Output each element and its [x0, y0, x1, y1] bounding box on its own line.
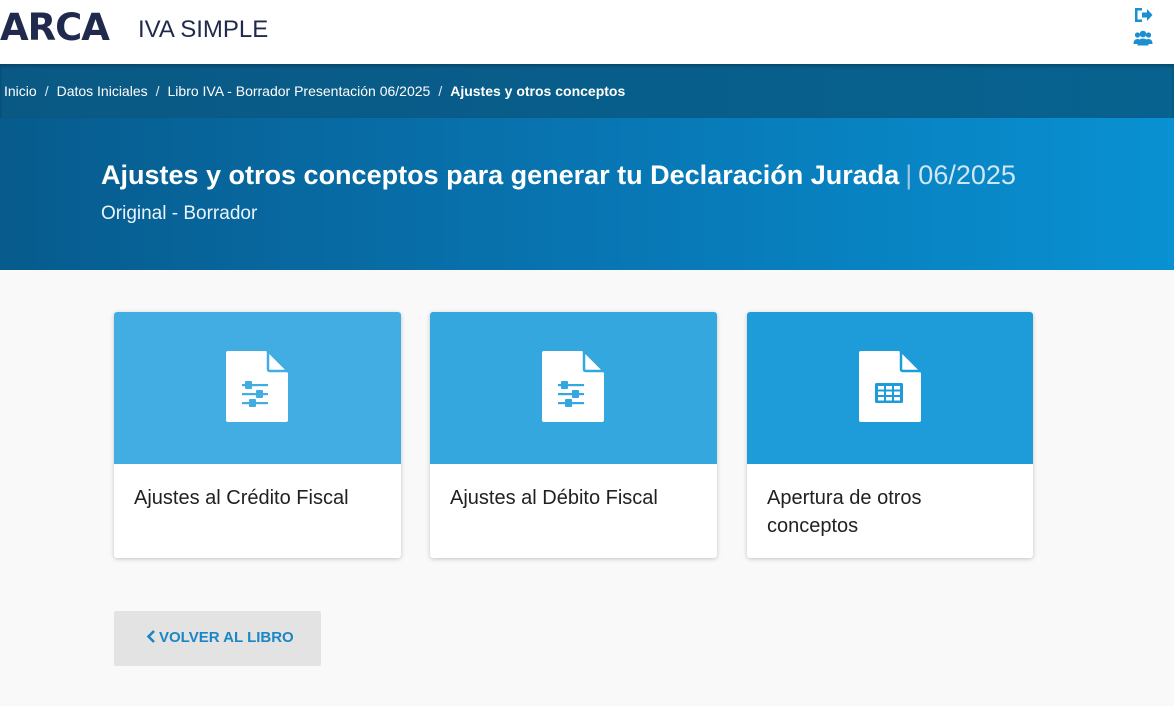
breadcrumb: Inicio / Datos Iniciales / Libro IVA - Borra… [0, 64, 1174, 118]
card-label: Apertura de otros conceptos [767, 487, 922, 537]
breadcrumb-libro-iva[interactable]: Libro IVA - Borrador Presentación 06/202… [168, 83, 431, 99]
card-ajustes-debito-fiscal[interactable]: Ajustes al Débito Fiscal [430, 312, 717, 558]
breadcrumb-datos-iniciales[interactable]: Datos Iniciales [57, 83, 148, 99]
period-label: 06/2025 [918, 160, 1016, 190]
card-label: Ajustes al Débito Fiscal [450, 487, 658, 509]
users-icon[interactable] [1133, 29, 1153, 47]
chevron-left-icon [146, 630, 155, 643]
hero-banner: Ajustes y otros conceptos para generar t… [0, 118, 1174, 270]
document-table-icon [859, 351, 923, 422]
top-bar: ARCA IVA SIMPLE [0, 0, 1174, 64]
card-label: Ajustes al Crédito Fiscal [134, 487, 349, 509]
title-separator: | [905, 160, 913, 190]
app-name: IVA SIMPLE [138, 16, 269, 43]
card-header [747, 312, 1033, 464]
sign-out-icon[interactable] [1133, 6, 1153, 24]
document-sliders-icon [226, 351, 290, 422]
breadcrumb-current: Ajustes y otros conceptos [450, 83, 626, 99]
page-title-text: Ajustes y otros conceptos para generar t… [101, 160, 900, 190]
card-header [114, 312, 401, 464]
page-subtitle: Original - Borrador [101, 203, 258, 224]
card-header [430, 312, 717, 464]
breadcrumb-separator: / [155, 83, 160, 99]
breadcrumb-separator: / [44, 83, 49, 99]
back-button-label: VOLVER AL LIBRO [159, 629, 294, 646]
card-apertura-otros-conceptos[interactable]: Apertura de otros conceptos [747, 312, 1033, 558]
breadcrumb-inicio[interactable]: Inicio [4, 83, 37, 99]
volver-al-libro-button[interactable]: VOLVER AL LIBRO [114, 611, 321, 666]
document-sliders-icon [542, 351, 606, 422]
card-ajustes-credito-fiscal[interactable]: Ajustes al Crédito Fiscal [114, 312, 401, 558]
arca-logo[interactable]: ARCA [0, 6, 110, 50]
page-title: Ajustes y otros conceptos para generar t… [101, 158, 1016, 192]
breadcrumb-separator: / [438, 83, 443, 99]
back-button-content: VOLVER AL LIBRO [146, 629, 294, 646]
